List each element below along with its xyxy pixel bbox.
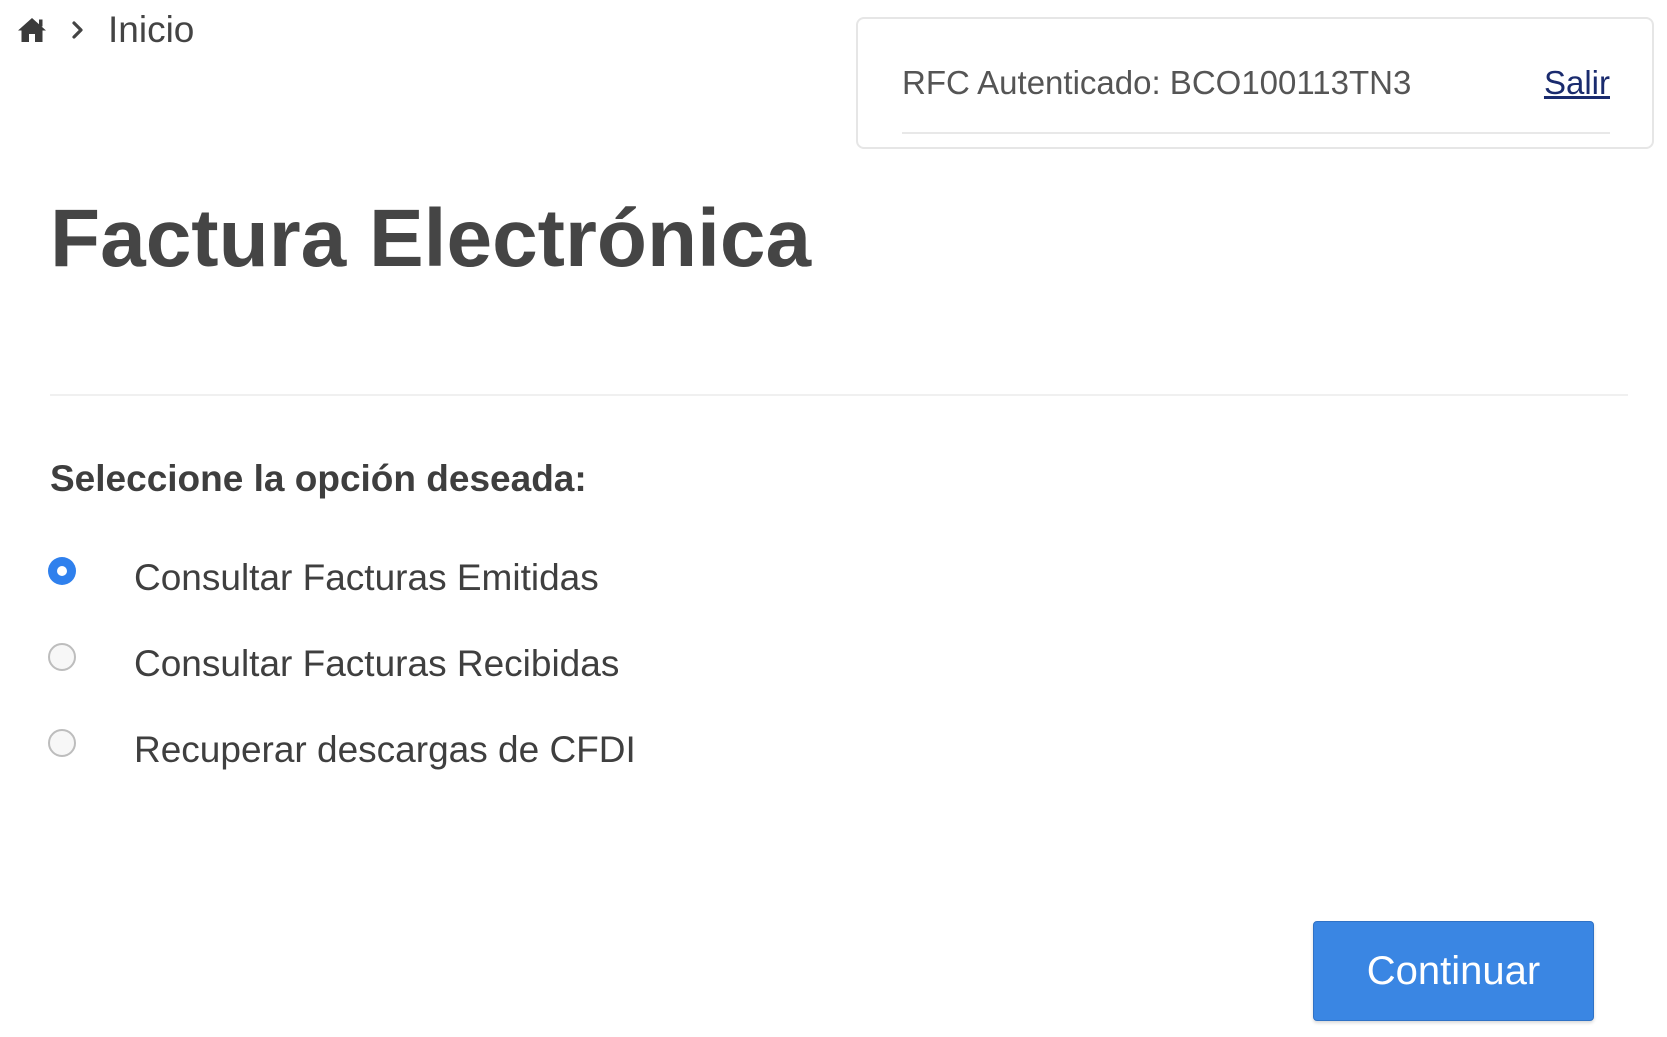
radio-recuperar-descargas[interactable] bbox=[48, 729, 76, 757]
options-prompt: Seleccione la opción deseada: bbox=[50, 458, 587, 499]
logout-link[interactable]: Salir bbox=[1544, 64, 1610, 102]
option-label: Consultar Facturas Emitidas bbox=[134, 557, 599, 598]
option-recuperar-descargas[interactable]: Recuperar descargas de CFDI bbox=[48, 722, 636, 778]
breadcrumb-current: Inicio bbox=[108, 9, 195, 50]
auth-divider bbox=[902, 132, 1610, 134]
radio-consultar-emitidas[interactable] bbox=[48, 557, 76, 585]
chevron-right-icon bbox=[70, 20, 86, 40]
breadcrumb: Inicio bbox=[16, 6, 194, 54]
title-divider bbox=[50, 394, 1628, 396]
continue-button[interactable]: Continuar bbox=[1313, 921, 1594, 1021]
auth-panel: RFC Autenticado: BCO100113TN3 Salir bbox=[856, 17, 1654, 149]
option-consultar-recibidas[interactable]: Consultar Facturas Recibidas bbox=[48, 636, 619, 692]
rfc-authenticated-label: RFC Autenticado: BCO100113TN3 bbox=[902, 64, 1412, 101]
radio-consultar-recibidas[interactable] bbox=[48, 643, 76, 671]
home-icon[interactable] bbox=[16, 14, 48, 46]
option-consultar-emitidas[interactable]: Consultar Facturas Emitidas bbox=[48, 550, 599, 606]
option-label: Recuperar descargas de CFDI bbox=[134, 729, 636, 770]
option-label: Consultar Facturas Recibidas bbox=[134, 643, 620, 684]
page-title: Factura Electrónica bbox=[50, 193, 812, 284]
